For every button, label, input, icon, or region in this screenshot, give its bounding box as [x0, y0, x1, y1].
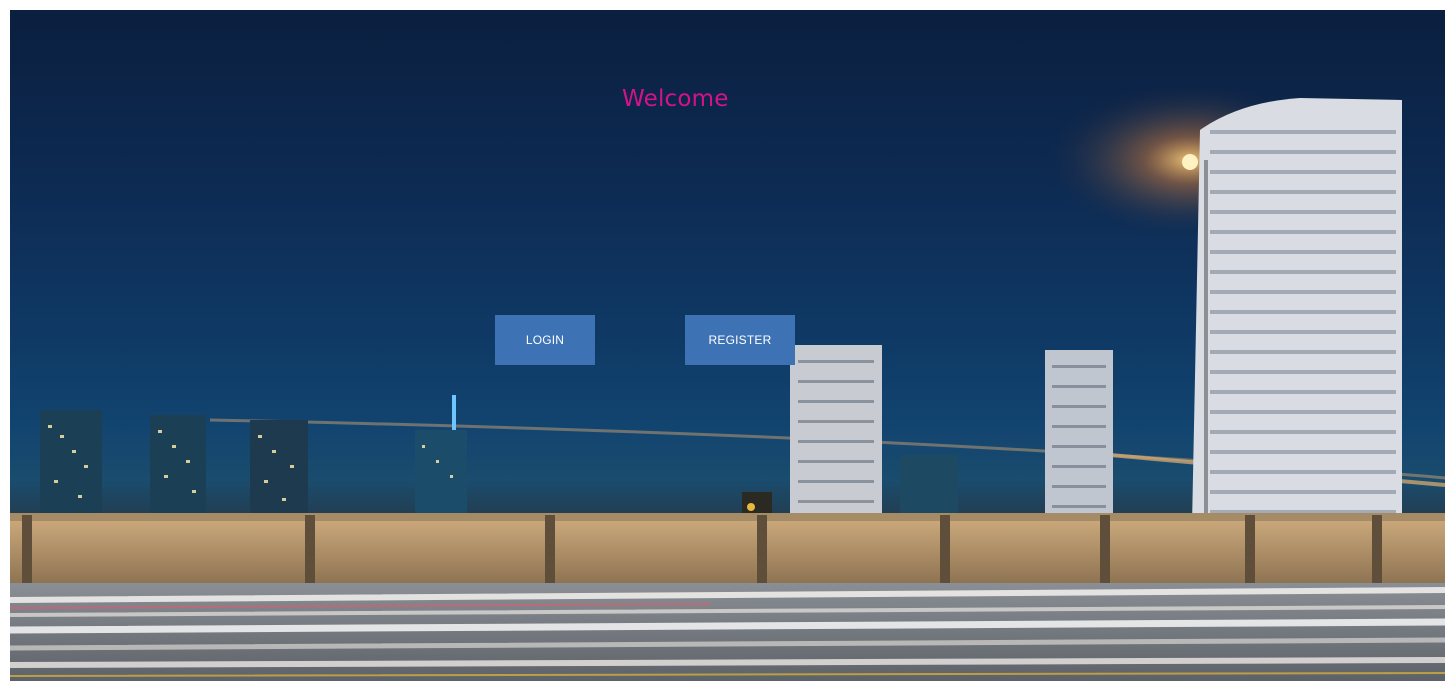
background-photo-frame: Welcome LOGIN REGISTER — [10, 10, 1445, 681]
skyline-middle — [790, 345, 1113, 525]
barrier-wall — [10, 521, 1445, 583]
welcome-heading: Welcome — [622, 86, 729, 112]
barrier-top-rail — [10, 513, 1445, 521]
register-button[interactable]: REGISTER — [685, 315, 795, 365]
street-lamp-bulb — [1182, 154, 1198, 170]
skyline-left — [40, 395, 467, 522]
login-button[interactable]: LOGIN — [495, 315, 595, 365]
street-lamp-post — [1204, 160, 1208, 525]
